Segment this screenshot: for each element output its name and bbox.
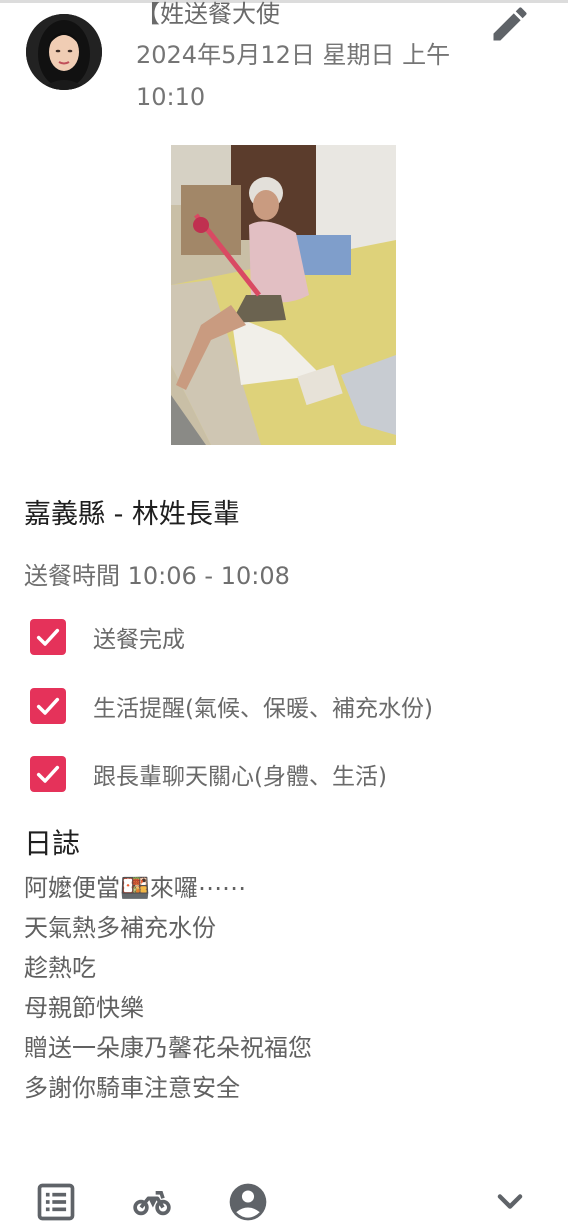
post-datetime: 2024年5月12日 星期日 上午10:10 — [136, 41, 451, 111]
check-icon — [36, 628, 60, 646]
checkbox-checked[interactable] — [30, 619, 66, 655]
bottom-toolbar — [0, 1170, 568, 1232]
post-photo[interactable] — [171, 145, 396, 445]
checkbox-checked[interactable] — [30, 688, 66, 724]
avatar[interactable] — [26, 14, 102, 90]
ride-button[interactable] — [130, 1180, 174, 1224]
edit-button[interactable] — [488, 2, 532, 46]
chevron-down-icon — [497, 1194, 523, 1209]
checklist-label: 生活提醒(氣候、保暖、補充水份) — [93, 696, 433, 722]
checklist-label: 跟長輩聊天關心(身體、生活) — [93, 764, 387, 790]
log-line: 多謝你騎車注意安全 — [24, 1074, 240, 1102]
account-icon — [229, 1183, 267, 1221]
list-button[interactable] — [34, 1180, 78, 1224]
checklist-item-life-reminder[interactable]: 生活提醒(氣候、保暖、補充水份) — [30, 686, 433, 726]
check-icon — [36, 765, 60, 783]
post-author: 【姓送餐大使 — [136, 0, 280, 28]
delivery-time: 送餐時間 10:06 - 10:08 — [24, 562, 290, 590]
checklist-item-chat-care[interactable]: 跟長輩聊天關心(身體、生活) — [30, 754, 387, 794]
entry-title: 嘉義縣 - 林姓長輩 — [24, 499, 240, 530]
check-icon — [36, 697, 60, 715]
log-line: 趁熱吃 — [24, 954, 96, 982]
account-button[interactable] — [226, 1180, 270, 1224]
checklist-item-meal-delivered[interactable]: 送餐完成 — [30, 617, 185, 657]
log-heading: 日誌 — [24, 827, 81, 860]
log-line: 贈送一朵康乃馨花朵祝福您 — [24, 1034, 312, 1062]
log-line: 阿嬤便當🍱來囉⋯⋯ — [24, 874, 246, 902]
log-body: 阿嬤便當🍱來囉⋯⋯ 天氣熱多補充水份 趁熱吃 母親節快樂 贈送一朵康乃馨花朵祝福… — [24, 868, 312, 1108]
log-line: 母親節快樂 — [24, 994, 144, 1022]
checklist-label: 送餐完成 — [93, 627, 185, 653]
expand-button[interactable] — [488, 1180, 532, 1224]
checkbox-checked[interactable] — [30, 756, 66, 792]
top-divider — [0, 0, 568, 3]
list-icon — [37, 1183, 75, 1221]
pencil-icon — [493, 7, 527, 41]
motorcycle-icon — [133, 1191, 171, 1216]
log-line: 天氣熱多補充水份 — [24, 914, 216, 942]
